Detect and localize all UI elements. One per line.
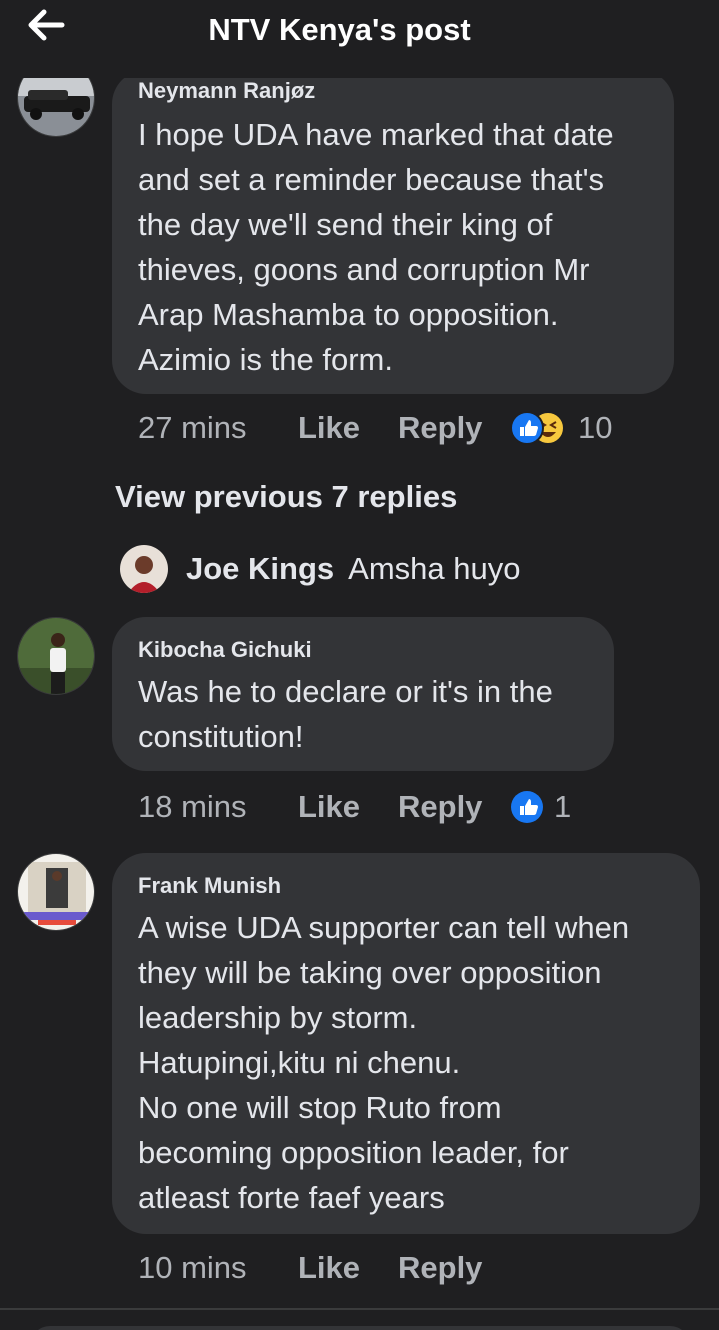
person-photo-icon [18,618,94,694]
reply-button[interactable]: Reply [398,410,510,446]
like-button[interactable]: Like [298,789,398,825]
reaction-icons [510,411,565,445]
comment-line: No one will stop Ruto from [138,1090,502,1125]
comment-line: Hatupingi,kitu ni chenu. [138,1045,461,1080]
comment-line: Azimio is the form. [138,342,393,377]
comment-author[interactable]: Kibocha Gichuki [138,637,588,663]
comment-timestamp: 27 mins [138,410,247,445]
comment-line: leadership by storm. [138,1000,418,1035]
post-comments-page: NTV Kenya's post Neymann Ranjøz I hope U… [0,0,719,1330]
page-title: NTV Kenya's post [208,12,471,47]
comment-bubble[interactable]: Neymann Ranjøz I hope UDA have marked th… [112,70,674,394]
comment-timestamp: 10 mins [138,1250,247,1285]
comment-bubble[interactable]: Frank Munish A wise UDA supporter can te… [112,853,700,1234]
comment-actions: 10 mins Like Reply [138,1246,510,1290]
top-bar: NTV Kenya's post [0,0,719,78]
reaction-count: 10 [578,410,613,445]
like-button[interactable]: Like [298,1250,398,1286]
comment-line: becoming opposition leader, for [138,1135,569,1170]
comment-line: the day we'll send their king of [138,207,553,242]
comment-text: A wise UDA supporter can tell when they … [138,905,674,1220]
comment-line: atleast forte faef years [138,1180,445,1215]
reply-button[interactable]: Reply [398,789,510,825]
person-photo-icon [18,854,94,930]
comment-author[interactable]: Neymann Ranjøz [138,78,648,104]
divider [0,1308,719,1310]
reactions-summary[interactable]: 10 [510,410,612,446]
avatar[interactable] [120,545,168,593]
comment-line: I hope UDA have marked that date [138,117,614,152]
comment-bubble[interactable]: Kibocha Gichuki Was he to declare or it'… [112,617,614,771]
reply-text: Amsha huyo [348,551,521,586]
comment-line: constitution! [138,719,304,754]
avatar[interactable] [17,617,95,695]
comment-text: Was he to declare or it's in the constit… [138,669,588,759]
comment-timestamp: 18 mins [138,789,247,824]
comment-line: Arap Mashamba to opposition. [138,297,559,332]
reaction-count: 1 [554,789,572,824]
reactions-summary[interactable]: 1 [510,789,571,825]
person-photo-icon [120,545,168,593]
reply-button[interactable]: Reply [398,1250,510,1286]
reply-author[interactable]: Joe Kings [186,551,334,587]
comment-actions: 18 mins Like Reply 1 [138,785,571,829]
reply-preview[interactable]: Joe Kings Amsha huyo [120,544,520,594]
comment-line: they will be taking over opposition [138,955,602,990]
comment-composer[interactable] [30,1326,690,1330]
like-reaction-icon [511,791,543,823]
comment-line: thieves, goons and corruption Mr [138,252,590,287]
comment-author[interactable]: Frank Munish [138,873,674,899]
comment-line: Was he to declare or it's in the [138,674,553,709]
view-previous-replies-link[interactable]: View previous 7 replies [115,479,457,515]
comment-actions: 27 mins Like Reply 10 [138,406,612,450]
avatar[interactable] [17,853,95,931]
comment-line: and set a reminder because that's [138,162,605,197]
comment-line: A wise UDA supporter can tell when [138,910,630,945]
comment-text: I hope UDA have marked that date and set… [138,112,648,382]
like-button[interactable]: Like [298,410,398,446]
